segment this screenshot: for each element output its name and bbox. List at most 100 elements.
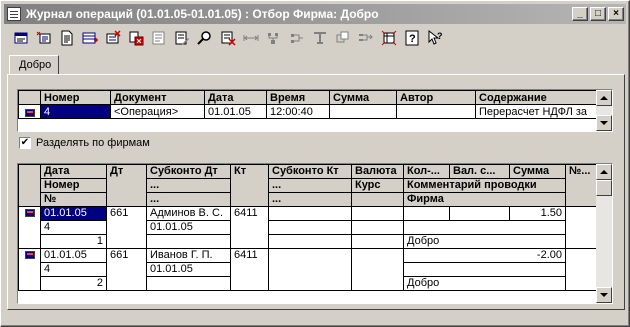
col-entry-date[interactable]: Дата — [40, 164, 107, 179]
table-row[interactable]: 01.01.05 661 Админов В. С. 6411 1.50 — [18, 206, 597, 249]
col-entry-number[interactable]: Номер — [40, 178, 107, 193]
col-qty[interactable]: Кол-... — [403, 164, 450, 179]
cell-subconto-kt[interactable] — [268, 248, 352, 291]
cell-subconto-kt-3[interactable] — [268, 234, 352, 249]
col-subconto-dt[interactable]: Субконто Дт — [146, 164, 231, 179]
cell-entry-number[interactable]: 4 — [40, 220, 107, 235]
cell-comment[interactable] — [403, 220, 566, 235]
filter-off-icon[interactable] — [287, 29, 306, 48]
context-help-icon[interactable]: ? — [425, 29, 444, 48]
cell-rate[interactable] — [351, 220, 404, 235]
cell-currency[interactable] — [351, 206, 404, 221]
cell-cur-sum[interactable] — [449, 206, 510, 221]
unpost-icon[interactable] — [218, 29, 237, 48]
copy-operation-icon[interactable] — [34, 29, 53, 48]
scroll-down-button[interactable] — [596, 287, 612, 303]
help-icon[interactable]: ? — [402, 29, 421, 48]
tab-dobro[interactable]: Добро — [9, 55, 59, 75]
maximize-button[interactable]: □ — [590, 7, 606, 21]
split-by-firm-checkbox[interactable]: ✔ — [19, 137, 31, 149]
cell-firm[interactable]: Добро — [403, 276, 566, 291]
edit-icon[interactable] — [172, 29, 191, 48]
cell-entry-date[interactable]: 01.01.05 — [40, 206, 107, 221]
cell-line-no[interactable]: 1 — [40, 234, 107, 249]
col-dt[interactable]: Дт — [106, 164, 147, 207]
cell-kt[interactable]: 6411 — [230, 248, 269, 291]
cell-entry-sum[interactable]: -2.00 — [403, 248, 566, 263]
col-subconto-dt-3[interactable]: ... — [146, 192, 231, 207]
col-rate[interactable]: Курс — [351, 178, 404, 193]
title-bar[interactable]: Журнал операций (01.01.05-01.01.05) : От… — [4, 4, 626, 24]
table-row[interactable]: 4 <Операция> 01.01.05 12:00:40 Перерасче… — [18, 104, 599, 119]
scroll-up-button[interactable] — [596, 90, 612, 106]
cell-subconto-dt-2[interactable]: 01.01.05 — [146, 262, 231, 277]
find-icon[interactable] — [195, 29, 214, 48]
new-operation-icon[interactable] — [11, 29, 30, 48]
cell-document[interactable]: <Операция> — [110, 104, 205, 119]
col-comment[interactable]: Комментарий проводки — [403, 178, 566, 193]
split-by-firm-option[interactable]: ✔ Разделять по фирмам — [19, 136, 150, 150]
col-content[interactable]: Содержание — [475, 90, 599, 105]
cell-subconto-dt-3[interactable] — [146, 276, 231, 291]
cell-comment[interactable] — [403, 262, 566, 277]
col-currency[interactable]: Валюта — [351, 164, 404, 179]
col-subconto-dt-2[interactable]: ... — [146, 178, 231, 193]
entries-scrollbar[interactable] — [596, 164, 612, 303]
col-n-no[interactable]: №... — [565, 164, 597, 207]
col-firm[interactable]: Фирма — [403, 192, 566, 207]
cell-subconto-dt-3[interactable] — [146, 234, 231, 249]
cell-time[interactable]: 12:00:40 — [266, 104, 330, 119]
close-button[interactable]: × — [608, 7, 624, 21]
cell-subconto-dt-2[interactable]: 01.01.05 — [146, 220, 231, 235]
cell-dt[interactable]: 661 — [106, 248, 147, 291]
cell-qty[interactable] — [403, 206, 450, 221]
cell-subconto-kt-2[interactable] — [268, 220, 352, 235]
cell-line-no[interactable]: 2 — [40, 276, 107, 291]
table-row[interactable]: 01.01.05 661 Иванов Г. П. 6411 -2.00 — [18, 248, 597, 291]
interval-icon[interactable] — [241, 29, 260, 48]
filter-icon[interactable] — [264, 29, 283, 48]
col-cur-sum[interactable]: Вал. с... — [449, 164, 510, 179]
col-time[interactable]: Время — [266, 90, 330, 105]
cell-sum[interactable] — [329, 104, 397, 119]
scroll-up-button[interactable] — [596, 164, 612, 180]
operations-grid[interactable]: Номер Документ Дата Время Сумма Автор Со… — [17, 89, 613, 132]
operations-scrollbar[interactable] — [596, 90, 612, 131]
move-icon[interactable] — [333, 29, 352, 48]
col-subconto-kt-2[interactable]: ... — [268, 178, 352, 193]
cell-dt[interactable]: 661 — [106, 206, 147, 249]
col-sum[interactable]: Сумма — [329, 90, 397, 105]
col-number[interactable]: Номер — [40, 90, 111, 105]
post-icon[interactable] — [149, 29, 168, 48]
cell-number[interactable]: 4 — [40, 104, 111, 119]
cell-content[interactable]: Перерасчет НДФЛ за — [475, 104, 599, 119]
col-author[interactable]: Автор — [396, 90, 476, 105]
cell-entry-date[interactable]: 01.01.05 — [40, 248, 107, 263]
col-kt[interactable]: Кт — [230, 164, 269, 207]
cell-firm[interactable]: Добро — [403, 234, 566, 249]
delete-icon[interactable] — [356, 29, 375, 48]
entries-grid[interactable]: Дата Дт Субконто Дт Кт Субконто Кт Валют… — [17, 163, 613, 304]
scroll-thumb[interactable] — [596, 180, 612, 196]
col-subconto-kt-3[interactable]: ... — [268, 192, 352, 207]
cell-n-no[interactable] — [565, 206, 597, 249]
col-date[interactable]: Дата — [204, 90, 267, 105]
col-subconto-kt[interactable]: Субконто Кт — [268, 164, 352, 179]
minimize-button[interactable]: _ — [572, 7, 588, 21]
cell-subconto-dt-1[interactable]: Иванов Г. П. — [146, 248, 231, 263]
col-document[interactable]: Документ — [110, 90, 205, 105]
journal-settings-icon[interactable] — [379, 29, 398, 48]
open-document-icon[interactable] — [57, 29, 76, 48]
cell-entry-sum[interactable]: 1.50 — [509, 206, 566, 221]
cell-author[interactable] — [396, 104, 476, 119]
col-entry-sum[interactable]: Сумма — [509, 164, 566, 179]
cell-kt[interactable]: 6411 — [230, 206, 269, 249]
new-row-icon[interactable] — [80, 29, 99, 48]
cell-n-no[interactable] — [565, 248, 597, 291]
scroll-down-button[interactable] — [596, 115, 612, 131]
mark-delete-icon[interactable] — [126, 29, 145, 48]
col-line-no[interactable]: № — [40, 192, 107, 207]
cell-subconto-dt-1[interactable]: Админов В. С. — [146, 206, 231, 221]
cell-entry-number[interactable]: 4 — [40, 262, 107, 277]
cell-date[interactable]: 01.01.05 — [204, 104, 267, 119]
